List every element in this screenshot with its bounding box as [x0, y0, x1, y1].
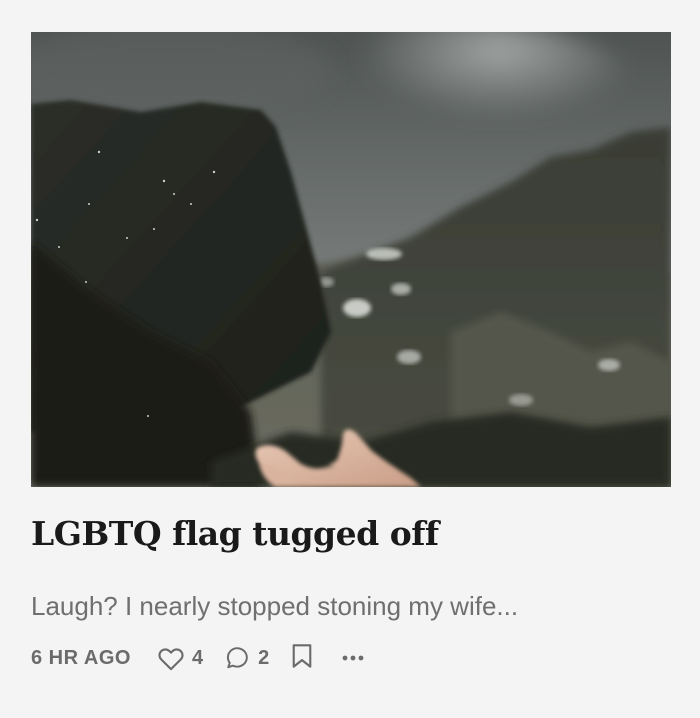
like-button[interactable]: 4 — [157, 645, 203, 671]
heart-icon — [157, 645, 185, 671]
post-meta: 6 HR AGO 4 2 — [31, 640, 365, 676]
bookmark-icon — [291, 643, 313, 674]
comment-bubble-icon — [225, 645, 251, 671]
like-count: 4 — [191, 646, 204, 669]
post-image[interactable] — [31, 32, 671, 487]
ellipsis-icon — [341, 649, 365, 667]
post-excerpt[interactable]: Laugh? I nearly stopped stoning my wife.… — [31, 591, 518, 622]
post-timestamp: 6 HR AGO — [31, 646, 131, 669]
post-card[interactable]: LGBTQ flag tugged off Laugh? I nearly st… — [0, 0, 700, 718]
post-title[interactable]: LGBTQ flag tugged off — [31, 514, 439, 554]
comment-button[interactable]: 2 — [225, 645, 269, 671]
comment-count: 2 — [258, 646, 270, 669]
more-options-button[interactable] — [341, 649, 365, 667]
bookmark-button[interactable] — [291, 643, 313, 674]
